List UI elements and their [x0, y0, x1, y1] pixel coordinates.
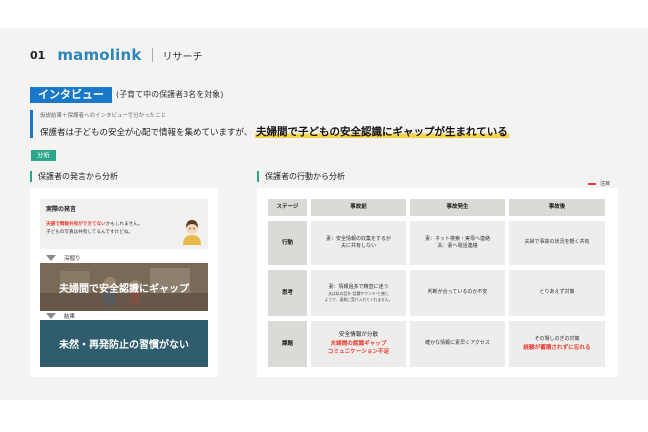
cell-text: 判断が合っているのか不安	[427, 289, 488, 296]
row-stage-action: 行動	[268, 221, 307, 265]
cell-action-before: 妻：安全情報の収集をするが 夫に共有しない	[311, 221, 406, 265]
cell-issue-after: その場しのぎの対策 経験が蓄積されずに忘れる	[509, 321, 605, 367]
cell-issue-during: 確かな情報に素早くアクセス	[410, 321, 505, 367]
col-header-after: 事故後	[509, 199, 605, 216]
person-avatar-icon	[183, 220, 201, 245]
analysis-badge: 分析	[31, 150, 56, 161]
behavior-table: ステージ 事故前 事故発生 事故後 行動 妻：安全情報の収集をするが 夫に共有し…	[257, 188, 618, 377]
summary-main: 保護者は子どもの安全が心配で情報を集めていますが、 夫婦間で子どもの安全認識にギ…	[40, 124, 509, 139]
legend-label: 注目	[600, 181, 611, 187]
quote-line-1: 夫婦で情報共有ができてないかもしれません。	[46, 221, 142, 227]
summary-text: 保護者は子どもの安全が心配で情報を集めていますが、	[40, 128, 253, 138]
quote-line-2: 子どもの写真は共有してるんですけどね。	[46, 230, 133, 235]
interview-note: (子育て中の保護者3名を対象)	[116, 90, 224, 99]
col-header-before: 事故前	[311, 199, 406, 216]
cell-text: 夫：妻へ電話連絡	[437, 243, 478, 249]
right-heading: 保護者の行動から分析	[257, 171, 345, 182]
cell-text: その場しのぎの対策	[534, 336, 580, 343]
cell-thought-before: 妻：情報過多で精査に迷う 夫は私の話を"話題サウンド"と感じ ようで、真剣に受け…	[311, 270, 406, 316]
left-panel: 実際の発言 夫婦で情報共有ができてないかもしれません。 子どもの写真は共有してる…	[30, 188, 218, 377]
triangle-down-icon	[46, 313, 56, 319]
row-stage-issue: 課題	[268, 321, 307, 367]
interview-tag: インタビュー	[30, 87, 112, 103]
insight-text: 夫婦間で安全認識にギャップ	[40, 263, 208, 311]
divider	[151, 48, 153, 62]
cell-text: 妻：安全情報の収集をするが	[325, 235, 391, 242]
header: 01 mamolink リサーチ	[30, 46, 203, 64]
summary-bar	[30, 110, 33, 138]
cell-text: 安全情報が分散	[338, 332, 379, 339]
slide: 01 mamolink リサーチ インタビュー (子育て中の保護者3名を対象) …	[0, 28, 648, 400]
legend: 注目	[588, 180, 610, 187]
col-header-stage: ステージ	[268, 199, 307, 216]
result-box: 未然・再発防止の習慣がない	[40, 320, 208, 367]
insight-image-box: 夫婦間で安全認識にギャップ	[40, 263, 208, 311]
cell-red-text: コミュニケーション不足	[327, 349, 390, 356]
left-heading: 保護者の発言から分析	[30, 171, 118, 182]
legend-red-line-icon	[588, 182, 596, 185]
cell-thought-during: 判断が合っているのか不安	[410, 270, 505, 316]
page-number: 01	[30, 48, 46, 62]
step-label: 深掘り	[64, 256, 81, 262]
summary-sub: 仮説結果＋保護者へのインタビューで分かったこと	[40, 113, 167, 119]
cell-issue-before: 安全情報が分散 夫婦間の認識ギャップ コミュニケーション不足	[311, 321, 406, 367]
cell-text: 確かな情報に素早くアクセス	[425, 340, 490, 347]
cell-red-text: 夫婦間の認識ギャップ	[330, 340, 387, 347]
quote-title: 実際の発言	[46, 206, 77, 213]
cell-action-during: 妻：ネット検索・実母へ連絡 夫：妻へ電話連絡	[410, 221, 505, 265]
cell-small-text: ようで、真剣に受け入れてくれません。	[324, 296, 393, 302]
step-result: 結果	[46, 312, 75, 320]
section-title: リサーチ	[162, 51, 203, 63]
step-label: 結果	[64, 314, 76, 320]
cell-text: 夫婦で事故の状況を軽く共有	[524, 239, 590, 246]
cell-action-after: 夫婦で事故の状況を軽く共有	[509, 221, 605, 265]
row-stage-thought: 思考	[268, 270, 307, 316]
cell-thought-after: とりあえず対策	[509, 270, 605, 316]
quote-card: 実際の発言 夫婦で情報共有ができてないかもしれません。 子どもの写真は共有してる…	[40, 199, 208, 249]
cell-text: 妻：情報過多で精査に迷う	[328, 283, 389, 290]
cell-text: 妻：ネット検索・実母へ連絡	[424, 235, 490, 242]
cell-red-text: 経験が蓄積されずに忘れる	[523, 344, 591, 351]
cell-text: 夫に共有しない	[340, 243, 376, 249]
col-header-during: 事故発生	[410, 199, 505, 216]
triangle-down-icon	[46, 255, 56, 261]
quote-red-text: 夫婦で情報共有ができてない	[46, 222, 106, 227]
step-deep-dive: 深掘り	[46, 254, 81, 262]
cell-text: とりあえず対策	[539, 289, 575, 296]
quote-text: かもしれません。	[105, 222, 143, 227]
logo: mamolink	[57, 46, 142, 64]
summary-highlight: 夫婦間で子どもの安全認識にギャップが生まれている	[255, 126, 509, 138]
